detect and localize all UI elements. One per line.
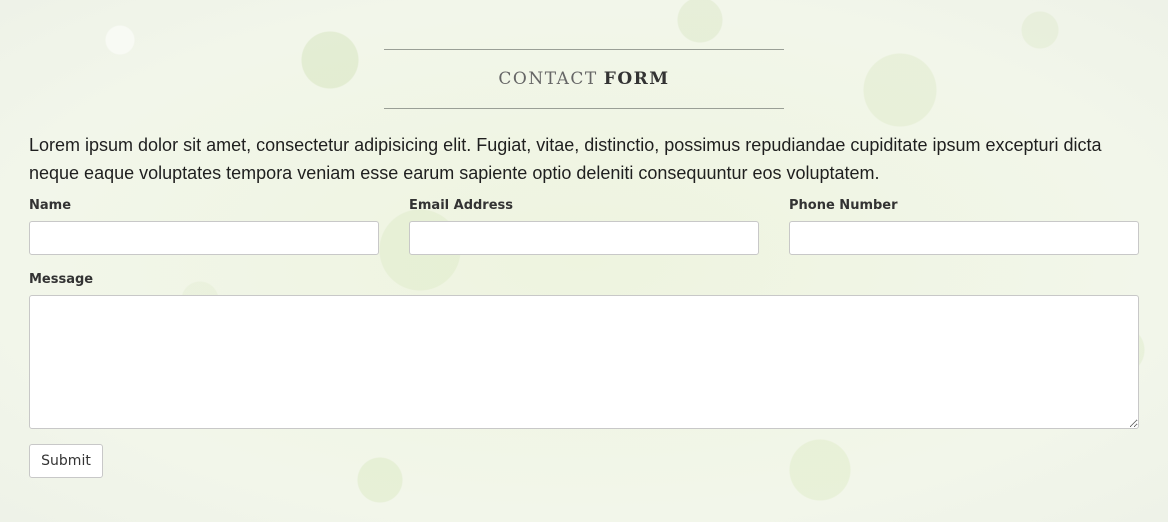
contact-form-heading: CONTACT FORM — [384, 49, 784, 109]
email-label: Email Address — [409, 198, 514, 213]
name-label: Name — [29, 198, 72, 213]
intro-paragraph: Lorem ipsum dolor sit amet, consectetur … — [29, 135, 1102, 183]
phone-label: Phone Number — [789, 198, 898, 213]
heading-bold-text: FORM — [603, 69, 670, 89]
email-input[interactable] — [409, 221, 759, 255]
message-label: Message — [29, 272, 94, 287]
phone-input[interactable] — [789, 221, 1139, 255]
name-input[interactable] — [29, 221, 379, 255]
submit-button[interactable]: Submit — [29, 444, 103, 478]
message-textarea[interactable] — [29, 295, 1139, 429]
heading-light-text: CONTACT — [498, 69, 598, 89]
